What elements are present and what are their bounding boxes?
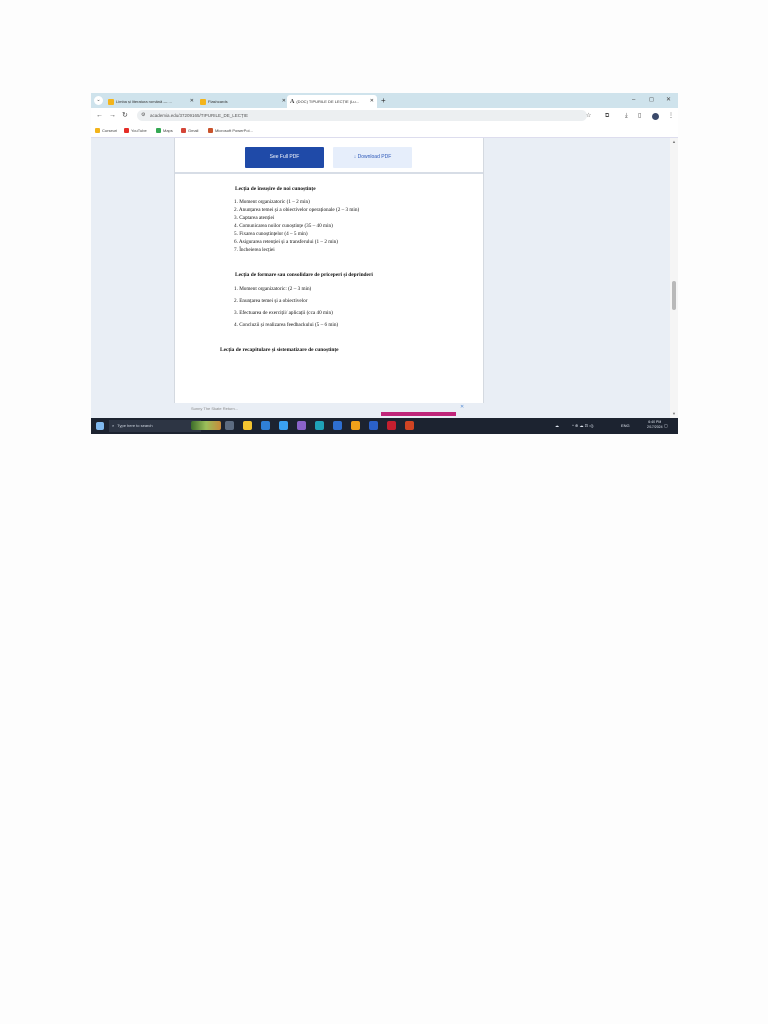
mail-icon[interactable] (261, 421, 270, 430)
list-item: 2. Anunțarea temei și a obiectivelor ope… (234, 207, 360, 213)
list-item: 6. Asigurarea retenției și a transferulu… (234, 239, 339, 245)
maps-icon (156, 128, 161, 134)
reload-icon[interactable]: ↻ (122, 110, 128, 122)
taskbar-search-input[interactable]: ⌕ Type here to search (109, 420, 201, 432)
close-window-button[interactable]: ✕ (666, 94, 671, 107)
bookmarks-bar: Curseuri YouTube Maps Gmail Microsoft Po… (91, 124, 678, 138)
tab-academia[interactable]: A (DOC) TIPURILE DE LECȚIE (Lu... ✕ (287, 95, 377, 108)
download-icon[interactable]: ⤓ (625, 110, 628, 122)
download-pdf-button[interactable]: ↓ Download PDF (333, 147, 412, 168)
extensions-icon[interactable]: ⧉ (605, 110, 609, 122)
profile-avatar[interactable] (652, 113, 659, 120)
list-item: 5. Fixarea cunoștințelor (4 – 5 min) (234, 231, 308, 237)
clock[interactable]: 6:40 PM 2/17/2024 (647, 420, 663, 430)
edge-icon[interactable] (279, 421, 288, 430)
weather-widget-icon[interactable] (191, 421, 221, 430)
powerpoint-icon[interactable] (405, 421, 414, 430)
see-full-pdf-button[interactable]: See Full PDF (245, 147, 324, 168)
ad-banner[interactable]: Sunny The Skate Return... ✕ (191, 404, 464, 418)
chrome-icon[interactable] (351, 421, 360, 430)
list-item: 7. Încheierea lecției (234, 247, 275, 253)
address-bar[interactable]: ⚙ academia.edu/37209165/TIPURILE_DE_LECȚ… (137, 110, 587, 121)
site-info-icon[interactable]: ⚙ (141, 111, 145, 120)
side-panel-icon[interactable]: ▯ (638, 110, 641, 122)
tab-search-icon[interactable]: ⌄ (94, 96, 103, 105)
list-item: 4. Comunicarea noilor cunoștințe (35 – 4… (234, 223, 333, 229)
bookmark-maps[interactable]: Maps (156, 126, 173, 135)
bookmark-curseuri[interactable]: Curseuri (95, 126, 117, 135)
navigation-bar: ← → ↻ ⚙ academia.edu/37209165/TIPURILE_D… (91, 108, 678, 124)
ad-image (381, 412, 456, 416)
list-item: 1. Moment organizatoric: (2 – 3 min) (234, 286, 312, 292)
list-item: 4. Concluzii și realizarea feedbackului … (234, 322, 339, 328)
word-icon[interactable] (369, 421, 378, 430)
document-preview: See Full PDF ↓ Download PDF Lecția de în… (174, 138, 484, 403)
list-item: 2. Enunțarea temei și a obiectivelor (234, 298, 308, 304)
system-tray-icons[interactable]: ^ ⊕ ☁ ⊡ ◁) (572, 421, 593, 431)
list-item: 1. Moment organizatoric (1 – 2 min) (234, 199, 310, 205)
page-viewport: See Full PDF ↓ Download PDF Lecția de în… (91, 138, 678, 418)
tab-close-icon[interactable]: ✕ (190, 95, 194, 108)
language-indicator[interactable]: ENG (621, 421, 630, 431)
tab-limba[interactable]: Limba și literatura română — ... ✕ (105, 95, 197, 108)
scroll-up-icon[interactable]: ▲ (672, 139, 676, 144)
scrollbar-thumb[interactable] (672, 281, 676, 310)
scrollbar[interactable]: ▲ ▼ (670, 138, 678, 418)
scroll-down-icon[interactable]: ▼ (672, 411, 676, 416)
tab-close-icon[interactable]: ✕ (282, 95, 286, 108)
search-icon: ⌕ (112, 423, 115, 428)
tab-strip: ⌄ Limba și literatura română — ... ✕ Fla… (91, 93, 678, 108)
maximize-button[interactable]: ◻ (649, 94, 654, 107)
youtube-icon (124, 128, 129, 134)
file-explorer-icon[interactable] (243, 421, 252, 430)
bookmark-youtube[interactable]: YouTube (124, 126, 147, 135)
divider (175, 172, 483, 174)
app-icon[interactable] (297, 421, 306, 430)
app-icon[interactable] (315, 421, 324, 430)
section-title: Lecția de recapitulare și sistematizare … (220, 347, 339, 353)
tab-flashcards[interactable]: Flashcards ✕ (197, 95, 289, 108)
bookmark-gmail[interactable]: Gmail (181, 126, 198, 135)
url-text: academia.edu/37209165/TIPURILE_DE_LECȚIE (150, 113, 249, 118)
app-icon[interactable] (387, 421, 396, 430)
site-favicon-icon (200, 98, 206, 105)
bookmark-powerpoint[interactable]: Microsoft PowerPoi... (208, 126, 253, 135)
list-item: 3. Efectuarea de exerciții/ aplicații (c… (234, 310, 333, 316)
powerpoint-icon (208, 128, 213, 134)
menu-kebab-icon[interactable]: ⋮ (668, 110, 674, 122)
section-title: Lecția de însușire de noi cunoștințe (235, 186, 316, 192)
screenshot-frame: ⌄ Limba și literatura română — ... ✕ Fla… (91, 93, 678, 434)
section-title: Lecția de formare sau consolidare de pri… (235, 272, 373, 278)
bookmark-star-icon[interactable]: ☆ (586, 110, 591, 122)
back-icon[interactable]: ← (96, 110, 103, 122)
tab-close-icon[interactable]: ✕ (370, 95, 374, 108)
academia-favicon-icon: A (290, 99, 295, 105)
new-tab-button[interactable]: + (381, 94, 386, 107)
ad-close-icon[interactable]: ✕ (460, 404, 464, 410)
minimize-button[interactable]: – (632, 94, 635, 107)
task-view-icon[interactable] (225, 421, 234, 430)
onedrive-icon[interactable]: ☁ (555, 421, 559, 431)
forward-icon[interactable]: → (109, 110, 116, 122)
gmail-icon (181, 128, 186, 134)
list-item: 3. Captarea atenției (234, 215, 275, 221)
site-favicon-icon (108, 98, 114, 105)
app-icon[interactable] (333, 421, 342, 430)
folder-icon (95, 128, 100, 134)
notifications-icon[interactable]: ▢ (664, 421, 668, 431)
windows-start-icon[interactable] (96, 422, 104, 430)
windows-taskbar: ⌕ Type here to search ☁ ^ ⊕ ☁ ⊡ ◁) ENG 6:… (91, 418, 678, 434)
